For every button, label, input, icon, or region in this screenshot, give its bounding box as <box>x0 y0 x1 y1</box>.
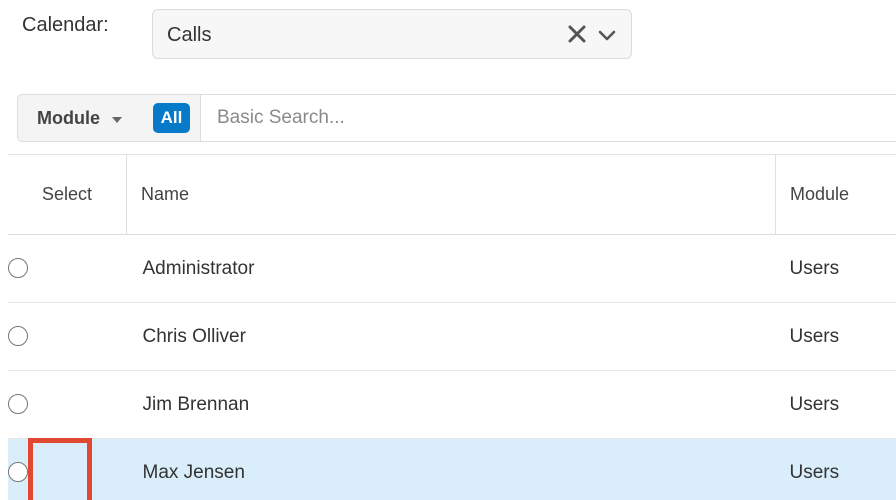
row-module: Users <box>789 393 840 415</box>
row-radio-button[interactable] <box>8 258 28 279</box>
caret-down-icon <box>112 116 122 123</box>
column-header-name[interactable]: Name <box>126 154 776 235</box>
module-filter-label: Module <box>37 107 100 128</box>
calendar-label: Calendar: <box>22 14 109 36</box>
select-cell <box>8 235 127 303</box>
basic-search-input[interactable] <box>200 95 896 141</box>
row-name: Jim Brennan <box>142 393 250 415</box>
row-module: Users <box>789 325 840 347</box>
row-name: Max Jensen <box>142 461 245 483</box>
table-row[interactable]: Chris Olliver Users <box>8 303 896 371</box>
calendar-selected-value: Calls <box>167 24 212 46</box>
column-header-select: Select <box>41 184 93 204</box>
page: Calendar: Calls Module All Select Name M… <box>0 0 896 500</box>
row-radio-button[interactable] <box>8 326 28 347</box>
table-header-row: Select Name Module <box>8 154 896 235</box>
all-filter-badge[interactable]: All <box>153 103 190 133</box>
table-row[interactable]: Jim Brennan Users <box>8 371 896 439</box>
chevron-down-icon[interactable] <box>597 25 617 45</box>
search-bar: Module All <box>17 94 896 142</box>
table-row-highlighted[interactable]: Max Jensen Users <box>8 438 896 500</box>
column-header-module[interactable]: Module <box>776 155 896 235</box>
row-radio-button[interactable] <box>8 462 28 483</box>
calendar-select[interactable]: Calls <box>152 9 632 59</box>
row-name: Chris Olliver <box>142 325 246 347</box>
row-module: Users <box>789 461 840 483</box>
row-name: Administrator <box>142 257 255 279</box>
clear-icon[interactable] <box>566 23 588 45</box>
table-row[interactable]: Administrator Users <box>8 235 896 303</box>
row-radio-button[interactable] <box>8 394 28 415</box>
select-cell <box>8 303 127 371</box>
select-cell <box>8 371 127 439</box>
row-module: Users <box>789 257 840 279</box>
results-table: Select Name Module Administrator Users C… <box>8 154 896 500</box>
module-filter-dropdown[interactable]: Module <box>20 97 148 139</box>
select-cell <box>8 439 127 500</box>
